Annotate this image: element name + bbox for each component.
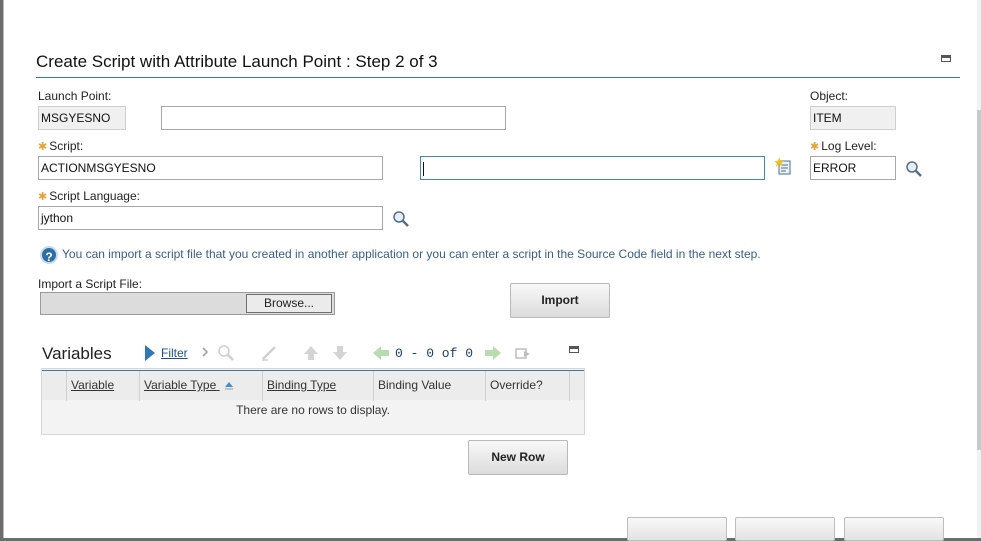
column-header-variable-type[interactable]: Variable Type (140, 371, 263, 401)
required-marker-icon: ✱ (38, 141, 48, 153)
object-field: ITEM (810, 106, 896, 130)
sort-ascending-icon (224, 381, 233, 390)
clear-filter-icon[interactable] (260, 344, 278, 362)
variables-section-title: Variables (42, 344, 112, 363)
create-script-dialog: Create Script with Attribute Launch Poin… (3, 0, 981, 541)
import-file-label: Import a Script File: (38, 277, 143, 291)
filter-toggle-icon[interactable] (144, 344, 156, 362)
object-label: Object: (810, 89, 849, 103)
script-label-text: Script: (49, 139, 84, 153)
browse-button[interactable]: Browse... (246, 294, 332, 313)
scrollbar-thumb[interactable] (977, 110, 981, 450)
info-message: ? You can import a script file that you c… (40, 246, 761, 264)
required-marker-icon: ✱ (810, 141, 820, 153)
script-label: ✱ Script: (38, 139, 83, 153)
pagination-text: 0 - 0 of 0 (395, 346, 474, 361)
move-up-icon[interactable] (302, 344, 320, 362)
log-level-field[interactable]: ERROR (810, 156, 896, 180)
text-caret (423, 161, 424, 176)
script-language-field[interactable]: jython (38, 206, 383, 230)
vertical-scrollbar[interactable] (977, 0, 981, 538)
column-header-variable-type-text: Variable Type (144, 378, 217, 392)
script-language-lookup-icon[interactable] (392, 210, 410, 228)
select-column-header (42, 371, 67, 401)
find-icon[interactable] (217, 344, 235, 362)
log-level-label-text: Log Level: (821, 139, 877, 153)
launch-point-label: Launch Point: (38, 89, 112, 103)
footer-button-1[interactable] (627, 517, 727, 541)
download-icon[interactable] (514, 344, 532, 362)
column-header-variable[interactable]: Variable (67, 371, 140, 401)
log-level-label: ✱ Log Level: (810, 139, 877, 153)
launch-point-field: MSGYESNO (38, 106, 126, 130)
import-file-input[interactable]: Browse... (40, 292, 335, 315)
log-level-lookup-icon[interactable] (905, 160, 923, 178)
script-language-label-text: Script Language: (49, 189, 140, 203)
help-icon: ? (40, 246, 58, 264)
long-description-icon[interactable] (775, 157, 795, 177)
script-field[interactable]: ACTIONMSGYESNO (38, 156, 383, 180)
variables-table: Variable Variable Type Binding Type Bind… (41, 368, 585, 435)
import-button[interactable]: Import (510, 283, 610, 318)
new-row-button[interactable]: New Row (468, 440, 568, 475)
title-divider (36, 77, 960, 78)
script-description-field[interactable] (420, 156, 765, 180)
previous-page-icon[interactable] (371, 344, 391, 362)
info-message-text: You can import a script file that you cr… (62, 247, 761, 262)
script-language-label: ✱ Script Language: (38, 189, 140, 203)
column-header-binding-value: Binding Value (374, 371, 486, 401)
footer-button-2[interactable] (735, 517, 835, 541)
column-header-override: Override? (486, 371, 570, 401)
move-down-icon[interactable] (331, 344, 349, 362)
launch-point-description-field[interactable] (161, 106, 506, 130)
next-page-icon[interactable] (483, 344, 503, 362)
column-header-binding-type[interactable]: Binding Type (263, 371, 374, 401)
minimize-dialog-icon[interactable] (941, 55, 951, 62)
chevron-right-icon[interactable] (201, 344, 211, 360)
dialog-title: Create Script with Attribute Launch Poin… (36, 52, 438, 71)
required-marker-icon: ✱ (38, 191, 48, 203)
footer-button-3[interactable] (844, 517, 944, 541)
filter-link[interactable]: Filter (161, 346, 188, 360)
minimize-table-icon[interactable] (569, 346, 579, 353)
empty-table-message: There are no rows to display. (236, 403, 390, 417)
table-header: Variable Variable Type Binding Type Bind… (42, 370, 584, 401)
